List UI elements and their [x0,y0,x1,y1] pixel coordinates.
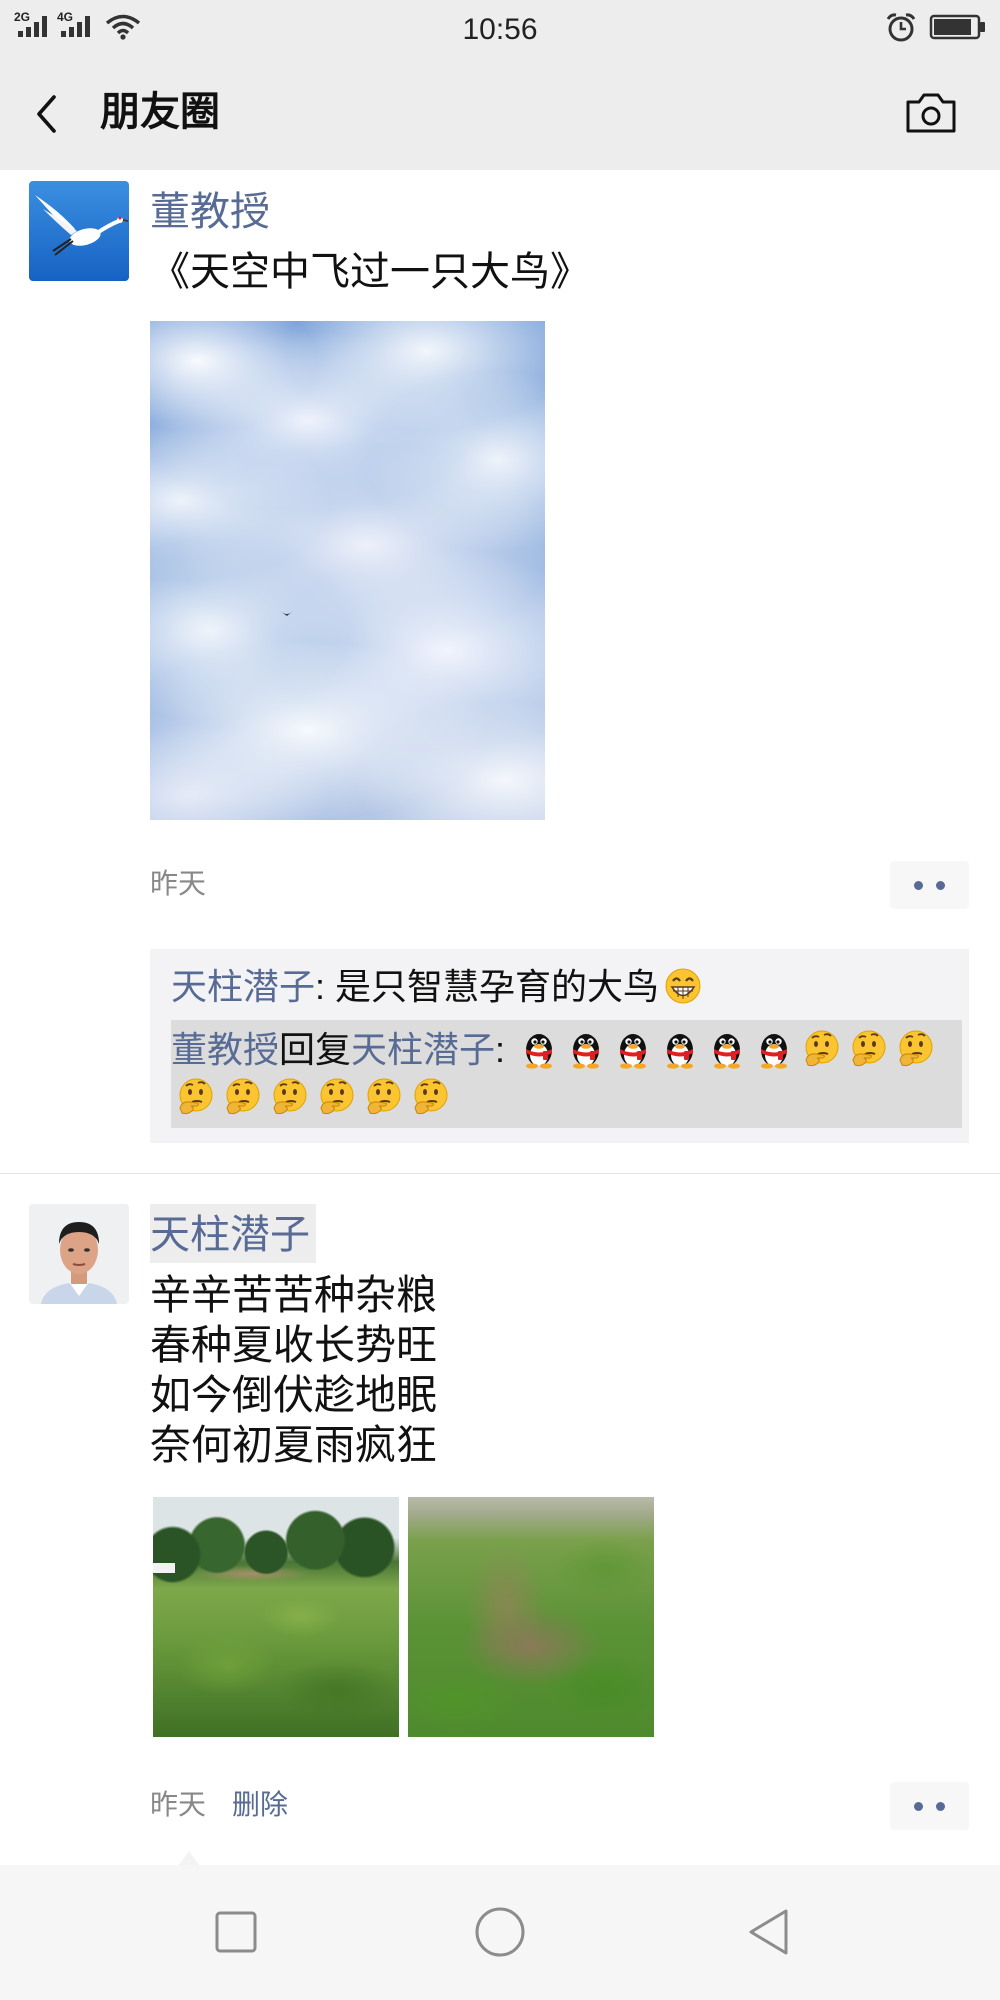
camera-icon[interactable] [903,90,959,136]
alarm-icon [886,13,916,42]
comment-author[interactable]: 董教授 [171,1029,279,1070]
grinning-face-emoji-icon [663,966,703,1006]
poem-line: 奈何初夏雨疯狂 [150,1422,437,1468]
person-avatar-image [29,1204,129,1304]
thinking-face-emoji-icon [848,1029,888,1069]
poem-line: 如今倒伏趁地眠 [150,1372,437,1418]
thinking-face-emoji-icon [410,1077,450,1117]
thinking-face-emoji-icon [895,1029,935,1069]
post-time: 昨天 [150,868,207,899]
back-chevron-icon[interactable] [32,92,62,136]
status-bar: 2G 4G 10:56 [0,0,1000,61]
top-nav-bar: 朋友圈 [0,61,1000,170]
crane-avatar-image [29,181,129,281]
penguin-emoji-icon [566,1029,606,1070]
back-icon[interactable] [746,1907,792,1957]
post-poem: 辛辛苦苦种杂粮 春种夏收长势旺 如今倒伏趁地眠 奈何初夏雨疯狂 [150,1270,437,1470]
system-nav-bar [0,1865,1000,2000]
thinking-face-emoji-icon [269,1077,309,1117]
post-text: 《天空中飞过一只大鸟》 [150,250,590,294]
house-detail [153,1563,175,1573]
post-divider [0,1173,1000,1174]
comment-arrow [179,1851,199,1865]
comment-text: 是只智慧孕育的大鸟 [335,966,660,1007]
thinking-face-emoji-icon [222,1077,262,1117]
delete-button[interactable]: 删除 [232,1787,288,1823]
comment-section: 天柱潜子: 是只智慧孕育的大鸟 董教授回复天柱潜子: [150,949,969,1143]
penguin-emoji-icon [660,1029,700,1070]
dot-icon [914,1802,923,1811]
more-options-button[interactable] [890,1782,969,1830]
reply-target[interactable]: 天柱潜子 [351,1029,495,1070]
poem-line: 辛辛苦苦种杂粮 [150,1272,437,1318]
comment-separator: : [495,1029,516,1070]
penguin-emoji-icon [707,1029,747,1070]
recent-apps-icon[interactable] [214,1910,258,1954]
comment-emojis [659,966,706,1007]
more-options-button[interactable] [890,861,969,909]
post-author[interactable]: 董教授 [150,190,270,234]
post-photo-sky[interactable] [150,321,545,820]
bird-silhouette [280,610,294,616]
post-author[interactable]: 天柱潜子 [150,1213,310,1257]
comment-separator: : [315,966,336,1007]
penguin-emoji-icon [519,1029,559,1070]
status-time: 10:56 [462,13,538,46]
home-icon[interactable] [474,1906,526,1958]
dot-icon [936,881,945,890]
avatar-person[interactable] [29,1204,129,1304]
thinking-face-emoji-icon [363,1077,403,1117]
thinking-face-emoji-icon [175,1077,215,1117]
comment-reply-item[interactable]: 董教授回复天柱潜子: [171,1020,962,1128]
comment-item[interactable]: 天柱潜子: 是只智慧孕育的大鸟 [171,963,962,1011]
reply-word: 回复 [279,1029,352,1070]
avatar-crane[interactable] [29,181,129,281]
post-photo-field-path[interactable] [408,1497,654,1737]
penguin-emoji-icon [754,1029,794,1070]
dot-icon [914,881,923,890]
penguin-emoji-icon [613,1029,653,1070]
post-photo-field[interactable] [153,1497,399,1737]
comment-author[interactable]: 天柱潜子 [171,966,315,1007]
thinking-face-emoji-icon [316,1077,356,1117]
poem-line: 春种夏收长势旺 [150,1322,437,1368]
thinking-face-emoji-icon [801,1029,841,1069]
post-time: 昨天 [150,1789,207,1820]
page-title: 朋友圈 [100,90,220,134]
battery-icon [929,14,985,40]
dot-icon [936,1802,945,1811]
